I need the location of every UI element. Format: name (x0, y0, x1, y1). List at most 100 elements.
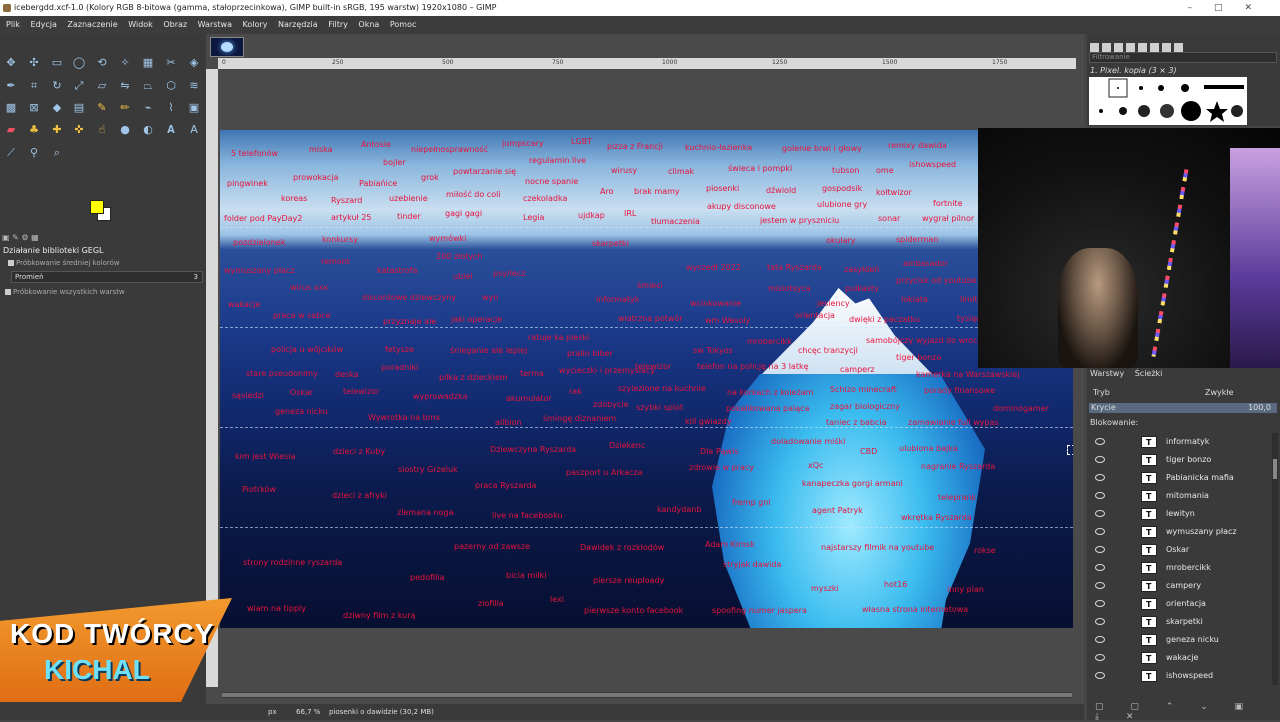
menu-edycja[interactable]: Edycja (30, 20, 56, 29)
brushes-tab-icons[interactable] (1090, 37, 1186, 52)
visibility-eye-icon[interactable] (1095, 438, 1105, 445)
unit-selector[interactable]: px (268, 704, 277, 720)
layer-name[interactable]: mrobercikk (1166, 559, 1211, 577)
radius-field[interactable]: Promień 3 (11, 271, 203, 283)
visibility-eye-icon[interactable] (1095, 564, 1105, 571)
layer-row[interactable]: lewityn (1087, 505, 1271, 524)
scissors-icon[interactable]: ✂ (164, 56, 178, 70)
pencil-icon[interactable]: ✏ (118, 101, 132, 115)
handle-transform-icon[interactable]: ⊠ (27, 101, 41, 115)
layer-name[interactable]: campery (1166, 577, 1201, 595)
layer-name[interactable]: informatyk (1166, 433, 1209, 451)
layers-scroll-thumb[interactable] (1273, 459, 1277, 479)
shear-tool-icon[interactable]: ▱ (95, 79, 109, 93)
perspective-clone-icon[interactable]: ✜ (72, 123, 86, 137)
gradient-icon[interactable]: ▤ (72, 101, 86, 115)
menu-kolory[interactable]: Kolory (243, 20, 268, 29)
layer-name[interactable]: Pabianicka mafia (1166, 469, 1234, 487)
flip-tool-icon[interactable]: ⇋ (118, 79, 132, 93)
blur-icon[interactable]: ● (118, 123, 132, 137)
ink-icon[interactable]: ⌇ (164, 101, 178, 115)
tab-paths[interactable]: Ścieżki (1135, 369, 1163, 378)
image-canvas[interactable]: 5 telefonów miska Antosie niepełnosprawność… (220, 130, 1073, 628)
layer-name[interactable]: orientacja (1166, 595, 1206, 613)
visibility-eye-icon[interactable] (1095, 582, 1105, 589)
menu-warstwa[interactable]: Warstwa (198, 20, 232, 29)
opacity-slider[interactable]: Krycie 100,0 (1089, 403, 1277, 413)
airbrush-icon[interactable]: ⌁ (141, 101, 155, 115)
rect-select-icon[interactable]: ▭ (50, 56, 64, 70)
bucket-fill-icon[interactable]: ◆ (50, 101, 64, 115)
tab-layers[interactable]: Warstwy (1090, 369, 1124, 378)
free-select-icon[interactable]: ⟲ (95, 56, 109, 70)
color-picker-icon[interactable]: ⟋ (4, 146, 18, 160)
layer-row[interactable]: wymuszany płacz (1087, 523, 1271, 542)
move-tool-icon[interactable]: ✥ (4, 56, 18, 70)
visibility-eye-icon[interactable] (1095, 510, 1105, 517)
foreground-color-swatch[interactable] (90, 200, 104, 214)
opacity-value[interactable]: 100,0 (1248, 403, 1271, 413)
text-a-icon[interactable]: A (187, 123, 201, 137)
tool-options-tabs[interactable]: ▣ ✎ ⚙ ▦ (2, 233, 39, 243)
mode-dropdown[interactable]: Zwykłe (1205, 388, 1234, 397)
warp-tool-icon[interactable]: ≋ (187, 79, 201, 93)
eraser-icon[interactable]: ▰ (4, 123, 18, 137)
layer-name[interactable]: mitomania (1166, 487, 1209, 505)
foreground-select-icon[interactable]: ◈ (187, 56, 201, 70)
visibility-eye-icon[interactable] (1095, 474, 1105, 481)
layer-row[interactable]: skarpetki (1087, 613, 1271, 632)
ellipse-select-icon[interactable]: ◯ (72, 56, 86, 70)
warp-transform-icon[interactable]: ▩ (4, 101, 18, 115)
horizontal-scroll-thumb[interactable] (222, 693, 1072, 697)
mypaint-brush-icon[interactable]: ▣ (187, 101, 201, 115)
visibility-eye-icon[interactable] (1095, 546, 1105, 553)
text-selection-box[interactable] (1067, 445, 1073, 455)
perspective-tool-icon[interactable]: ⏢ (141, 79, 155, 93)
layer-row[interactable]: mrobercikk (1087, 559, 1271, 578)
horizontal-scrollbar[interactable] (222, 692, 1072, 698)
menu-widok[interactable]: Widok (128, 20, 153, 29)
menu-plik[interactable]: Plik (6, 20, 20, 29)
visibility-eye-icon[interactable] (1095, 528, 1105, 535)
layer-name[interactable]: ishowspeed (1166, 667, 1213, 685)
menu-obraz[interactable]: Obraz (163, 20, 187, 29)
layer-name[interactable]: geneza nicku (1166, 631, 1219, 649)
smudge-icon[interactable]: ☝ (95, 123, 109, 137)
visibility-eye-icon[interactable] (1095, 492, 1105, 499)
sample-average-checkbox[interactable]: Próbkowanie średniej kolorów (8, 259, 120, 267)
layer-row[interactable]: ishowspeed (1087, 667, 1271, 686)
menu-okna[interactable]: Okna (358, 20, 379, 29)
layer-row[interactable]: orientacja (1087, 595, 1271, 614)
layer-row[interactable]: wakacje (1087, 649, 1271, 668)
layers-scrollbar[interactable] (1272, 433, 1278, 685)
visibility-eye-icon[interactable] (1095, 456, 1105, 463)
layer-row[interactable]: informatyk (1087, 433, 1271, 452)
layer-name[interactable]: Oskar (1166, 541, 1189, 559)
visibility-eye-icon[interactable] (1095, 618, 1105, 625)
cage-tool-icon[interactable]: ⬡ (164, 79, 178, 93)
zoom-tool-icon[interactable]: ⌕ (50, 146, 64, 160)
layer-row[interactable]: Pabianicka mafia (1087, 469, 1271, 488)
text-tool-icon[interactable]: 𝐀 (164, 123, 178, 137)
brush-filter-input[interactable]: Filtrowanie (1089, 52, 1277, 63)
dodge-burn-icon[interactable]: ◐ (141, 123, 155, 137)
menu-filtry[interactable]: Filtry (328, 20, 348, 29)
color-select-icon[interactable]: ▦ (141, 56, 155, 70)
layer-name[interactable]: skarpetki (1166, 613, 1203, 631)
visibility-eye-icon[interactable] (1095, 600, 1105, 607)
layer-row[interactable]: tiger bonzo (1087, 451, 1271, 470)
radius-value[interactable]: 3 (194, 272, 198, 282)
layer-name[interactable]: lewityn (1166, 505, 1195, 523)
scale-tool-icon[interactable]: ⤢ (72, 79, 86, 93)
crop-tool-icon[interactable]: ⌗ (27, 79, 41, 93)
align-tool-icon[interactable]: ✣ (27, 56, 41, 70)
layer-name[interactable]: tiger bonzo (1166, 451, 1211, 469)
menu-pomoc[interactable]: Pomoc (390, 20, 417, 29)
visibility-eye-icon[interactable] (1095, 672, 1105, 679)
window-controls[interactable]: –□✕ (1187, 0, 1274, 16)
layers-bottom-toolbar[interactable]: ▢ ▢ ⌃ ⌄ ▣ ⤓ ✕ (1087, 702, 1280, 722)
image-tab-thumbnail[interactable] (210, 37, 244, 57)
zoom-level[interactable]: 66,7 % (296, 704, 320, 720)
visibility-eye-icon[interactable] (1095, 636, 1105, 643)
sample-all-layers-checkbox[interactable]: Próbkowanie wszystkich warstw (5, 288, 125, 296)
